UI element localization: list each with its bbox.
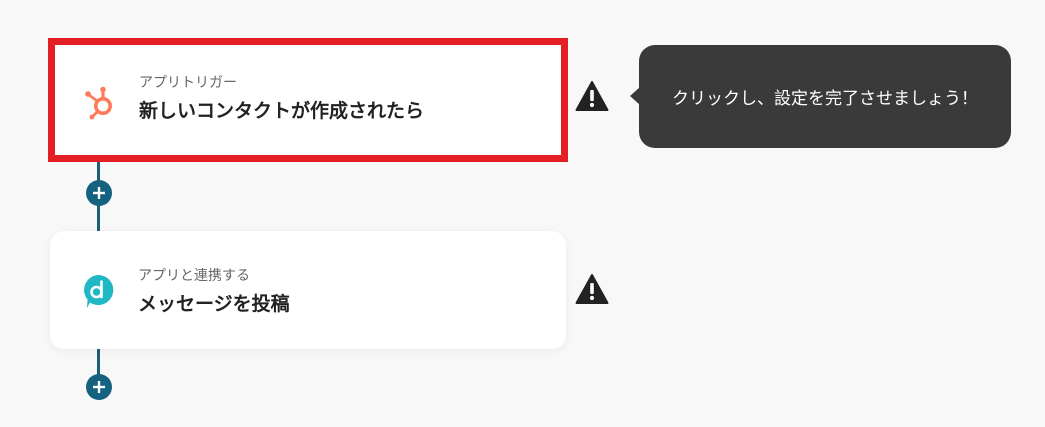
- step-title: 新しいコンタクトが作成されたら: [139, 100, 425, 122]
- action-step-card[interactable]: アプリと連携する メッセージを投稿: [50, 231, 566, 349]
- warning-icon: [575, 81, 609, 111]
- plus-icon: [93, 187, 105, 199]
- add-step-button[interactable]: [86, 374, 112, 400]
- warning-icon: [575, 274, 609, 304]
- trigger-step-card[interactable]: アプリトリガー 新しいコンタクトが作成されたら: [48, 38, 568, 162]
- step-category-label: アプリトリガー: [139, 75, 237, 91]
- step-title: メッセージを投稿: [138, 293, 290, 315]
- plus-icon: [93, 381, 105, 393]
- tooltip-text: クリックし、設定を完了させましょう！: [672, 89, 978, 109]
- direct-icon: [80, 273, 116, 309]
- setup-hint-tooltip: クリックし、設定を完了させましょう！: [639, 45, 1011, 148]
- step-category-label: アプリと連携する: [138, 268, 250, 284]
- add-step-button[interactable]: [86, 180, 112, 206]
- hubspot-icon: [81, 82, 121, 122]
